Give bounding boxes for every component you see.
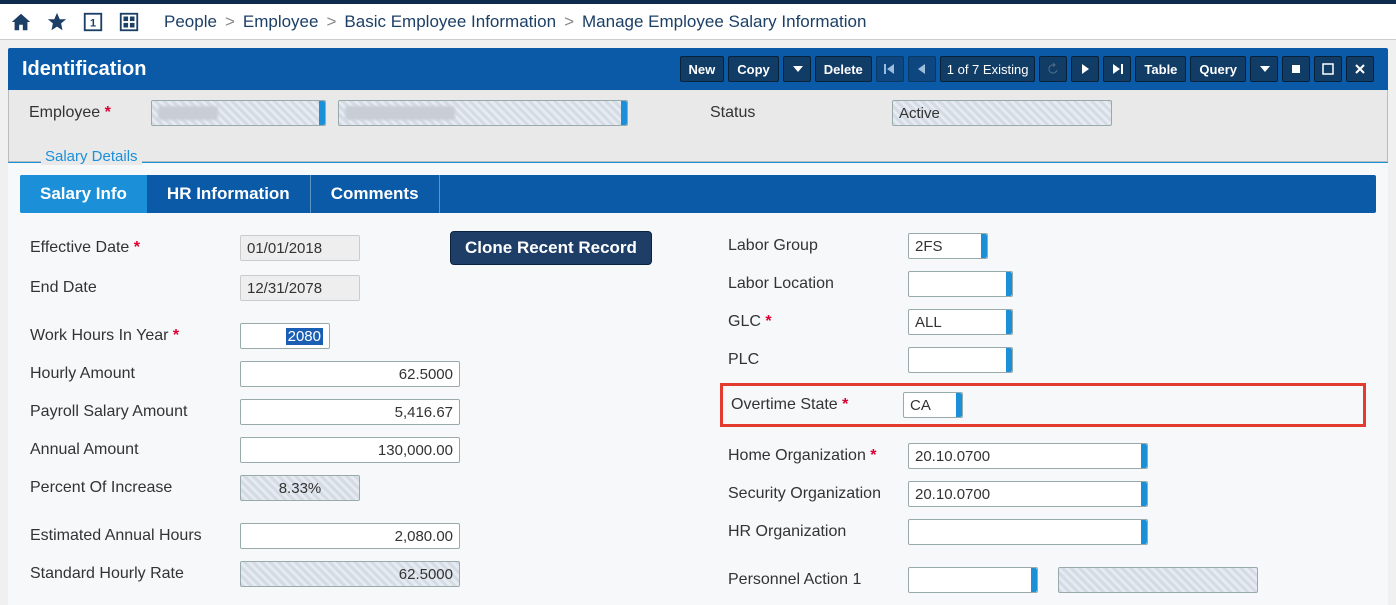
- annual-amount-label: Annual Amount: [30, 441, 240, 459]
- stop-button[interactable]: [1282, 56, 1310, 82]
- home-org-label: Home Organization: [728, 447, 908, 465]
- employee-name-input[interactable]: [338, 100, 628, 126]
- overtime-state-input[interactable]: CA: [903, 392, 963, 418]
- pa1-input[interactable]: [908, 567, 1038, 593]
- overtime-state-highlight: Overtime State CA: [720, 383, 1366, 427]
- sec-org-input[interactable]: 20.10.0700: [908, 481, 1148, 507]
- labor-location-input[interactable]: [908, 271, 1013, 297]
- salary-info-form: Effective Date 01/01/2018 Clone Recent R…: [8, 213, 1388, 605]
- end-date-input[interactable]: 12/31/2078: [240, 275, 360, 301]
- maximize-button[interactable]: [1314, 56, 1342, 82]
- salary-details-label: Salary Details: [41, 148, 142, 165]
- right-column: Labor Group 2FS Labor Location GLC ALL P…: [728, 231, 1366, 595]
- tab-comments[interactable]: Comments: [311, 175, 440, 213]
- copy-button[interactable]: Copy: [728, 56, 779, 82]
- breadcrumb-item[interactable]: People: [164, 12, 217, 32]
- copy-dropdown-button[interactable]: [783, 56, 811, 82]
- first-record-button[interactable]: [876, 56, 904, 82]
- std-hourly-rate-value: 62.5000: [240, 561, 460, 587]
- payroll-salary-input[interactable]: 5,416.67: [240, 399, 460, 425]
- tabs: Salary Info HR Information Comments: [20, 175, 1376, 213]
- refresh-button[interactable]: [1039, 56, 1067, 82]
- identification-panel: Employee Status Active Salary Details: [8, 90, 1388, 162]
- status-value: Active: [892, 100, 1112, 126]
- next-record-button[interactable]: [1071, 56, 1099, 82]
- overtime-state-label: Overtime State: [731, 396, 903, 414]
- annual-amount-input[interactable]: 130,000.00: [240, 437, 460, 463]
- breadcrumb: People > Employee > Basic Employee Infor…: [164, 12, 866, 32]
- hr-org-input[interactable]: [908, 519, 1148, 545]
- employee-id-input[interactable]: [151, 100, 326, 126]
- breadcrumb-item[interactable]: Basic Employee Information: [344, 12, 556, 32]
- prev-record-button[interactable]: [908, 56, 936, 82]
- hourly-amount-input[interactable]: 62.5000: [240, 361, 460, 387]
- table-button[interactable]: Table: [1135, 56, 1186, 82]
- plc-input[interactable]: [908, 347, 1013, 373]
- effective-date-label: Effective Date: [30, 239, 240, 257]
- pa1-label: Personnel Action 1: [728, 571, 908, 589]
- delete-button[interactable]: Delete: [815, 56, 872, 82]
- labor-group-label: Labor Group: [728, 237, 908, 255]
- labor-group-input[interactable]: 2FS: [908, 233, 988, 259]
- payroll-salary-label: Payroll Salary Amount: [30, 403, 240, 421]
- std-hourly-rate-label: Standard Hourly Rate: [30, 565, 240, 583]
- layout-icon[interactable]: [116, 9, 142, 35]
- left-column: Effective Date 01/01/2018 Clone Recent R…: [30, 231, 668, 595]
- section-header: Identification New Copy Delete 1 of 7 Ex…: [8, 48, 1388, 90]
- section-title: Identification: [22, 58, 146, 81]
- clone-recent-record-button[interactable]: Clone Recent Record: [450, 231, 652, 265]
- home-org-input[interactable]: 20.10.0700: [908, 443, 1148, 469]
- topbar: 1 People > Employee > Basic Employee Inf…: [0, 0, 1396, 40]
- query-button[interactable]: Query: [1190, 56, 1246, 82]
- home-icon[interactable]: [8, 9, 34, 35]
- est-annual-hours-input[interactable]: 2,080.00: [240, 523, 460, 549]
- work-hours-input[interactable]: 2080: [240, 323, 330, 349]
- pa1-desc: [1058, 567, 1258, 593]
- close-button[interactable]: [1346, 56, 1374, 82]
- glc-label: GLC: [728, 313, 908, 331]
- svg-text:1: 1: [90, 17, 96, 29]
- est-annual-hours-label: Estimated Annual Hours: [30, 527, 240, 545]
- status-label: Status: [710, 104, 880, 122]
- tab-salary-info[interactable]: Salary Info: [20, 175, 147, 213]
- work-hours-label: Work Hours In Year: [30, 327, 240, 345]
- breadcrumb-item[interactable]: Employee: [243, 12, 319, 32]
- favorite-icon[interactable]: [44, 9, 70, 35]
- glc-input[interactable]: ALL: [908, 309, 1013, 335]
- effective-date-input[interactable]: 01/01/2018: [240, 235, 360, 261]
- window-1-icon[interactable]: 1: [80, 9, 106, 35]
- record-counter: 1 of 7 Existing: [940, 56, 1036, 82]
- sec-org-label: Security Organization: [728, 485, 908, 503]
- percent-increase-label: Percent Of Increase: [30, 479, 240, 497]
- new-button[interactable]: New: [680, 56, 725, 82]
- record-toolbar: New Copy Delete 1 of 7 Existing Table Qu…: [680, 56, 1375, 82]
- tab-hr-information[interactable]: HR Information: [147, 175, 311, 213]
- plc-label: PLC: [728, 351, 908, 369]
- hourly-amount-label: Hourly Amount: [30, 365, 240, 383]
- percent-increase-value: 8.33%: [240, 475, 360, 501]
- labor-location-label: Labor Location: [728, 275, 908, 293]
- employee-label: Employee: [29, 104, 139, 122]
- breadcrumb-item[interactable]: Manage Employee Salary Information: [582, 12, 866, 32]
- query-dropdown-button[interactable]: [1250, 56, 1278, 82]
- hr-org-label: HR Organization: [728, 523, 908, 541]
- end-date-label: End Date: [30, 279, 240, 297]
- last-record-button[interactable]: [1103, 56, 1131, 82]
